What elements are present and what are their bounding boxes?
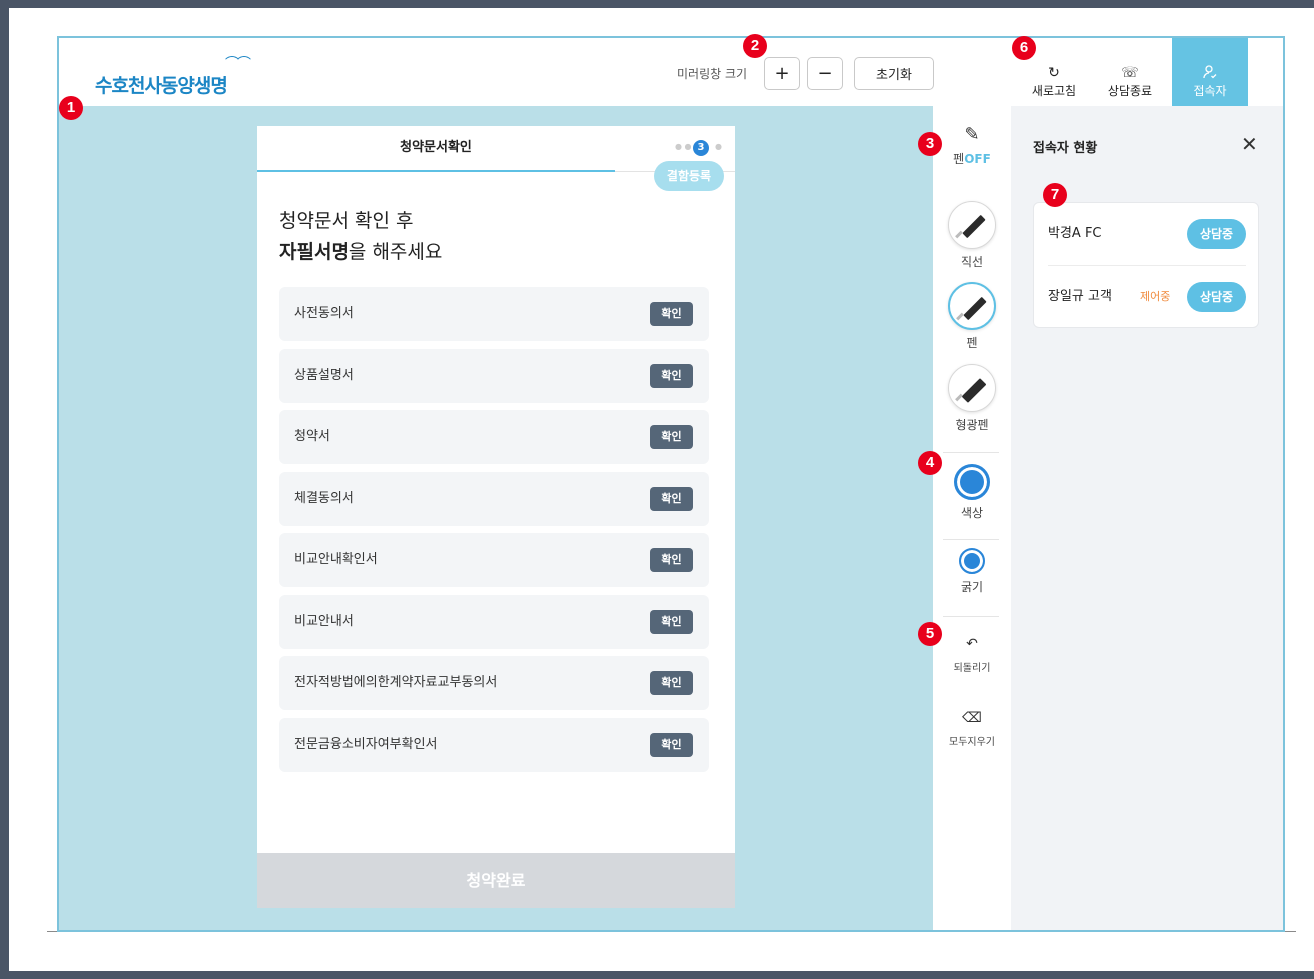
clear-all-button[interactable]: ⌫ 모두지우기 bbox=[933, 707, 1011, 748]
participants-list: 박경A FC 상담중 장일규 고객 제어중 상담중 bbox=[1033, 202, 1259, 328]
customer-screen: 청약문서확인 ● ● 3 ● 결함등록 청약문서 확인 후 자필서명을 해주세요… bbox=[257, 126, 735, 908]
document-name: 비교안내서 bbox=[294, 614, 354, 629]
backspace-icon: ⌫ bbox=[962, 710, 982, 726]
marker-7: 7 bbox=[1043, 183, 1067, 207]
participant-name: 장일규 고객 bbox=[1048, 289, 1112, 304]
step-indicator: 3 bbox=[693, 140, 709, 156]
highlighter-tool-button[interactable]: 형광펜 bbox=[933, 364, 1011, 433]
confirm-button[interactable]: 확인 bbox=[650, 487, 693, 511]
refresh-label: 새로고침 bbox=[1031, 84, 1077, 98]
highlighter-icon bbox=[948, 364, 996, 412]
confirm-button[interactable]: 확인 bbox=[650, 671, 693, 695]
document-name: 체결동의서 bbox=[294, 491, 354, 506]
pen-icon bbox=[948, 282, 996, 330]
confirm-button[interactable]: 확인 bbox=[650, 548, 693, 572]
document-name: 전문금융소비자여부확인서 bbox=[294, 737, 438, 752]
defect-register-button[interactable]: 결함등록 bbox=[654, 161, 724, 191]
participants-panel: 접속자 현황 ✕ 박경A FC 상담중 장일규 고객 제어중 상담중 bbox=[1011, 106, 1283, 930]
document-name: 비교안내확인서 bbox=[294, 552, 378, 567]
close-icon[interactable]: ✕ bbox=[1241, 132, 1258, 156]
list-item: 장일규 고객 제어중 상담중 bbox=[1048, 265, 1246, 327]
marker-6: 6 bbox=[1012, 36, 1036, 60]
confirm-button[interactable]: 확인 bbox=[650, 364, 693, 388]
end-consult-button[interactable]: ☏ 상담종료 bbox=[1100, 64, 1160, 99]
document-row: 사전동의서 확인 bbox=[279, 287, 709, 341]
phone-off-icon: ☏ bbox=[1121, 65, 1139, 81]
pen-tool-button[interactable]: 펜 bbox=[933, 282, 1011, 351]
toolbar-divider bbox=[943, 616, 999, 617]
end-consult-label: 상담종료 bbox=[1107, 84, 1153, 98]
mirroring-app: ⌒⌒ 수호천사동양생명 미러링창 크기 + − 초기화 ↻ 새로고침 ☏ 상담종… bbox=[57, 36, 1285, 932]
document-row: 전자적방법에의한계약자료교부동의서 확인 bbox=[279, 656, 709, 710]
undo-label: 되돌리기 bbox=[953, 663, 991, 674]
participants-label: 접속자 bbox=[1193, 84, 1227, 98]
clear-all-label: 모두지우기 bbox=[949, 737, 995, 748]
panel-title: 접속자 현황 bbox=[1033, 141, 1098, 156]
document-name: 청약서 bbox=[294, 429, 330, 444]
pencil-icon: ✎ bbox=[964, 124, 980, 145]
zoom-in-button[interactable]: + bbox=[764, 57, 800, 90]
document-row: 체결동의서 확인 bbox=[279, 472, 709, 526]
user-check-icon bbox=[1172, 64, 1248, 82]
confirm-button[interactable]: 확인 bbox=[650, 610, 693, 634]
pen-tool-label: 펜 bbox=[966, 336, 978, 350]
marker-1: 1 bbox=[59, 96, 83, 120]
marker-3: 3 bbox=[918, 132, 942, 156]
refresh-icon: ↻ bbox=[1048, 65, 1060, 81]
page-heading: 청약문서 확인 후 자필서명을 해주세요 bbox=[279, 206, 442, 268]
step-dots: ● ● bbox=[675, 142, 692, 151]
highlighter-tool-label: 형광펜 bbox=[955, 418, 989, 432]
line-tool-button[interactable]: 직선 bbox=[933, 201, 1011, 270]
marker-5: 5 bbox=[918, 622, 942, 646]
pen-toggle-prefix: 펜 bbox=[953, 152, 965, 166]
reset-size-button[interactable]: 초기화 bbox=[854, 57, 934, 90]
tab-document-check[interactable]: 청약문서확인 bbox=[257, 126, 615, 172]
document-row: 청약서 확인 bbox=[279, 410, 709, 464]
list-item: 박경A FC 상담중 bbox=[1048, 203, 1246, 265]
undo-button[interactable]: ↶ 되돌리기 bbox=[933, 633, 1011, 674]
logo-wave-icon: ⌒⌒ bbox=[225, 56, 251, 72]
toolbar-divider bbox=[943, 452, 999, 453]
line-tool-label: 직선 bbox=[960, 255, 984, 269]
heading-bold: 자필서명 bbox=[279, 241, 349, 263]
step-dot: ● bbox=[715, 142, 722, 151]
document-row: 비교안내확인서 확인 bbox=[279, 533, 709, 587]
status-badge: 상담중 bbox=[1187, 219, 1246, 249]
confirm-button[interactable]: 확인 bbox=[650, 302, 693, 326]
line-pen-icon bbox=[948, 201, 996, 249]
marker-2: 2 bbox=[743, 34, 767, 58]
logo-text: 수호천사동양생명 bbox=[95, 75, 228, 97]
confirm-button[interactable]: 확인 bbox=[650, 733, 693, 757]
zoom-out-button[interactable]: − bbox=[807, 57, 843, 90]
thickness-button[interactable]: 굵기 bbox=[933, 548, 1011, 595]
participants-button[interactable]: 접속자 bbox=[1172, 38, 1248, 108]
toolbar-divider bbox=[943, 539, 999, 540]
drawing-toolbar: ✎ 펜OFF 직선 펜 형광펜 색상 굵기 ↶ 되돌리기 ⌫ 모두지우기 bbox=[933, 106, 1011, 930]
color-picker-button[interactable]: 색상 bbox=[933, 464, 1011, 521]
document-row: 전문금융소비자여부확인서 확인 bbox=[279, 718, 709, 772]
thickness-icon bbox=[959, 548, 985, 574]
heading-rest: 을 해주세요 bbox=[348, 241, 443, 263]
document-row: 비교안내서 확인 bbox=[279, 595, 709, 649]
pen-toggle-state: OFF bbox=[964, 152, 991, 166]
marker-4: 4 bbox=[918, 451, 942, 475]
document-row: 상품설명서 확인 bbox=[279, 349, 709, 403]
color-swatch-icon bbox=[954, 464, 990, 500]
participant-name: 박경A FC bbox=[1048, 226, 1102, 241]
mirror-size-label: 미러링창 크기 bbox=[677, 67, 748, 81]
control-status: 제어중 bbox=[1140, 290, 1171, 303]
status-badge: 상담중 bbox=[1187, 282, 1246, 312]
document-name: 전자적방법에의한계약자료교부동의서 bbox=[294, 675, 498, 690]
document-name: 사전동의서 bbox=[294, 306, 354, 321]
pen-toggle-button[interactable]: ✎ 펜OFF bbox=[933, 124, 1011, 167]
confirm-button[interactable]: 확인 bbox=[650, 425, 693, 449]
color-label: 색상 bbox=[960, 506, 984, 520]
document-name: 상품설명서 bbox=[294, 368, 354, 383]
mirroring-canvas[interactable]: 청약문서확인 ● ● 3 ● 결함등록 청약문서 확인 후 자필서명을 해주세요… bbox=[59, 106, 933, 930]
complete-subscription-button[interactable]: 청약완료 bbox=[257, 853, 735, 908]
thickness-label: 굵기 bbox=[960, 580, 984, 594]
heading-line1: 청약문서 확인 후 bbox=[279, 210, 414, 232]
undo-icon: ↶ bbox=[966, 636, 978, 652]
refresh-button[interactable]: ↻ 새로고침 bbox=[1024, 64, 1084, 99]
